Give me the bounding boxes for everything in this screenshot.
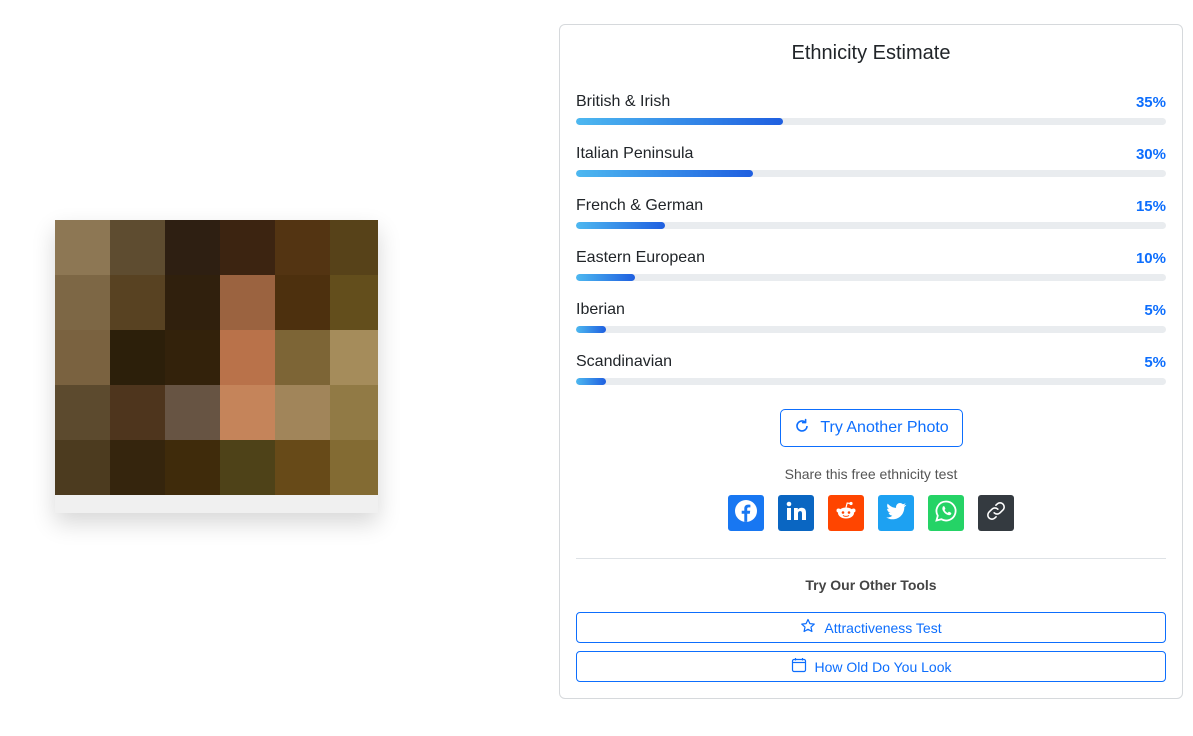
share-twitter-button[interactable] [878, 495, 914, 531]
share-reddit-button[interactable] [828, 495, 864, 531]
ethnicity-row: French & German 15% [576, 196, 1166, 229]
calendar-icon [791, 657, 807, 676]
pixelated-face-image [55, 220, 378, 495]
mosaic-tile [220, 330, 275, 385]
mosaic-tile [330, 275, 378, 330]
ethnicity-bar-fill [576, 326, 606, 333]
share-buttons [728, 495, 1014, 531]
ethnicity-bar-fill [576, 274, 635, 281]
mosaic-tile [275, 440, 330, 495]
whatsapp-icon [934, 499, 958, 528]
ethnicity-bar-fill [576, 170, 753, 177]
section-divider [576, 558, 1166, 559]
other-tools-title: Try Our Other Tools [805, 577, 937, 593]
ethnicity-name: Eastern European [576, 249, 705, 266]
ethnicity-percent: 5% [1144, 301, 1166, 319]
mosaic-tile [165, 385, 220, 440]
mosaic-tile [330, 440, 378, 495]
try-another-photo-button[interactable]: Try Another Photo [780, 409, 963, 447]
ethnicity-name: British & Irish [576, 93, 671, 110]
ethnicity-percent: 15% [1135, 197, 1166, 215]
ethnicity-row: Eastern European 10% [576, 248, 1166, 281]
mosaic-tile [165, 220, 220, 275]
mosaic-tile [220, 385, 275, 440]
share-label: Share this free ethnicity test [784, 466, 958, 482]
ethnicity-bar-fill [576, 378, 606, 385]
ethnicity-percent: 5% [1144, 353, 1166, 371]
mosaic-tile [330, 330, 378, 385]
ethnicity-result-card: Ethnicity Estimate British & Irish 35% Ita… [559, 24, 1183, 699]
ethnicity-bar-track [576, 326, 1166, 333]
ethnicity-row: Italian Peninsula 30% [576, 144, 1166, 177]
linkedin-icon [784, 499, 808, 528]
how-old-do-you-look-label: How Old Do You Look [814, 658, 952, 675]
mosaic-tile [110, 385, 165, 440]
mosaic-tile [330, 385, 378, 440]
refresh-icon [794, 418, 810, 439]
mosaic-tile [275, 385, 330, 440]
ethnicity-bar-track [576, 378, 1166, 385]
ethnicity-bar-track [576, 274, 1166, 281]
mosaic-tile [330, 220, 378, 275]
ethnicity-bar-track [576, 170, 1166, 177]
mosaic-tile [55, 275, 110, 330]
mosaic-tile [220, 220, 275, 275]
ethnicity-percent: 10% [1135, 249, 1166, 267]
ethnicity-row: Scandinavian 5% [576, 352, 1166, 385]
mosaic-tile [275, 275, 330, 330]
twitter-icon [884, 499, 908, 528]
ethnicity-bar-track [576, 118, 1166, 125]
ethnicity-bar-fill [576, 222, 665, 229]
share-linkedin-button[interactable] [778, 495, 814, 531]
ethnicity-percent: 30% [1135, 145, 1166, 163]
ethnicity-name: Italian Peninsula [576, 145, 694, 162]
how-old-do-you-look-button[interactable]: How Old Do You Look [576, 651, 1166, 682]
mosaic-tile [275, 330, 330, 385]
mosaic-tile [220, 275, 275, 330]
ethnicity-bar-track [576, 222, 1166, 229]
mosaic-tile [110, 330, 165, 385]
uploaded-photo [55, 220, 378, 513]
mosaic-tile [110, 220, 165, 275]
mosaic-tile [220, 440, 275, 495]
share-whatsapp-button[interactable] [928, 495, 964, 531]
attractiveness-test-label: Attractiveness Test [824, 619, 942, 636]
attractiveness-test-button[interactable]: Attractiveness Test [576, 612, 1166, 643]
mosaic-tile [55, 385, 110, 440]
ethnicity-bar-fill [576, 118, 783, 125]
copy-link-button[interactable] [978, 495, 1014, 531]
link-icon [985, 500, 1007, 527]
reddit-icon [834, 499, 858, 528]
ethnicity-percent: 35% [1135, 93, 1166, 111]
card-title: Ethnicity Estimate [791, 42, 951, 64]
share-facebook-button[interactable] [728, 495, 764, 531]
mosaic-tile [55, 330, 110, 385]
ethnicity-name: French & German [576, 197, 704, 214]
star-icon [800, 618, 816, 637]
facebook-icon [734, 499, 758, 528]
mosaic-tile [110, 440, 165, 495]
mosaic-tile [165, 330, 220, 385]
mosaic-tile [55, 220, 110, 275]
ethnicity-name: Scandinavian [576, 353, 673, 370]
ethnicity-row: Iberian 5% [576, 300, 1166, 333]
mosaic-tile [55, 440, 110, 495]
mosaic-tile [165, 440, 220, 495]
ethnicity-name: Iberian [576, 301, 625, 318]
ethnicity-row: British & Irish 35% [576, 92, 1166, 125]
try-another-photo-label: Try Another Photo [820, 419, 949, 436]
mosaic-tile [165, 275, 220, 330]
mosaic-tile [110, 275, 165, 330]
mosaic-tile [275, 220, 330, 275]
